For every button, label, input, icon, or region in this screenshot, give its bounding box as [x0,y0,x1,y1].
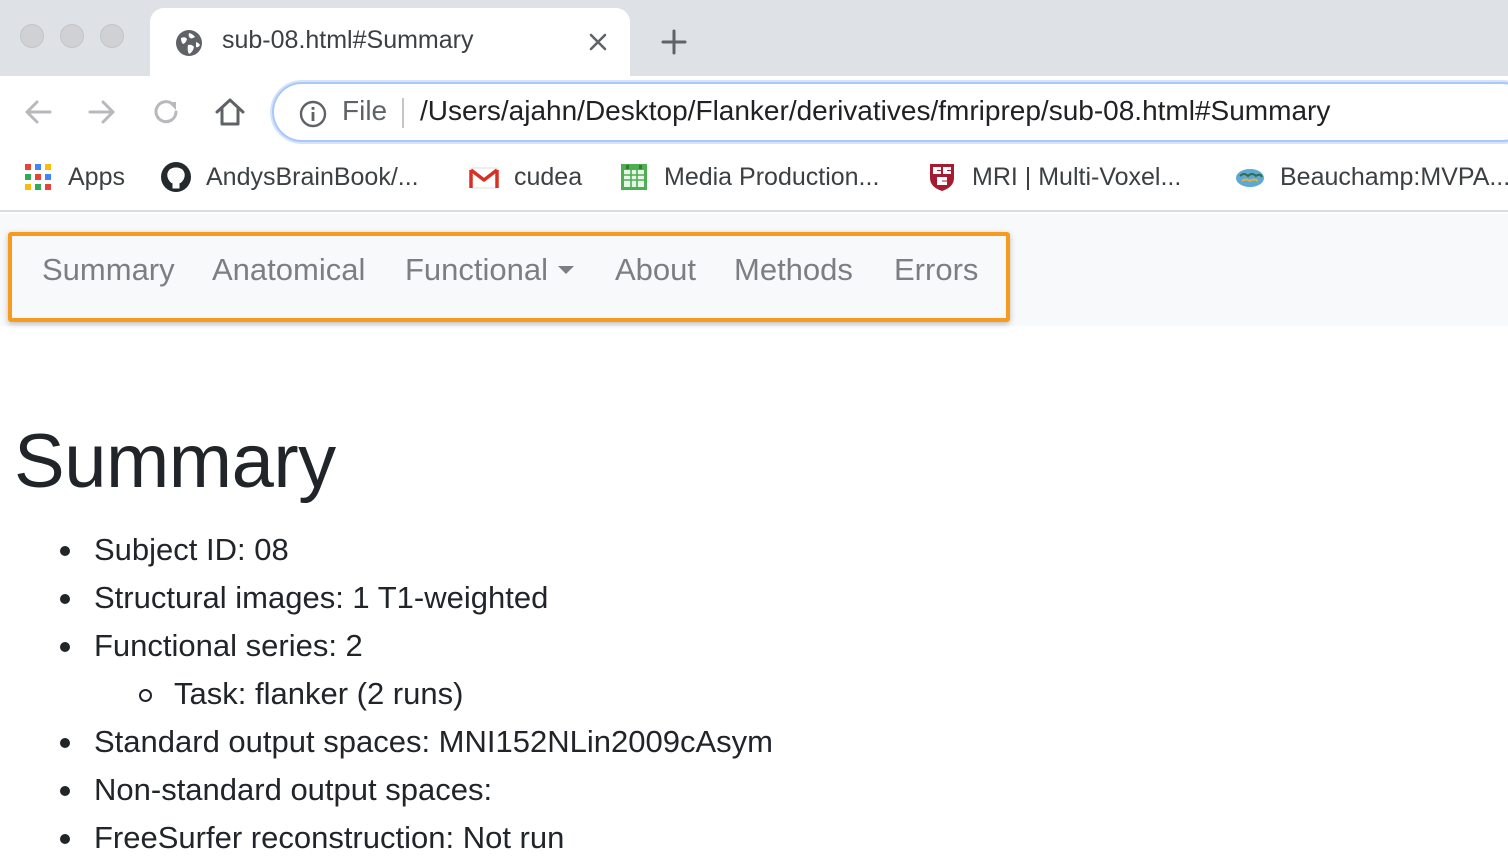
window-zoom-dot[interactable] [100,24,124,48]
bookmark-label: cudea [514,162,583,191]
bookmark-label: Media Production... [664,162,880,191]
spreadsheet-icon [621,164,647,190]
bookmark-apps[interactable]: Apps [22,160,125,194]
browser-toolbar: File /Users/ajahn/Desktop/Flanker/deriva… [0,76,1508,148]
nav-highlight-box [8,232,1010,322]
page-title: Summary [14,419,336,504]
bookmark-cudea[interactable]: cudea [468,160,582,194]
bookmark-label: Beauchamp:MVPA... [1280,162,1508,191]
tab-strip: sub-08.html#Summary [0,0,1508,76]
bookmark-label: AndysBrainBook/... [206,162,419,191]
bookmarks-bar: Apps AndysBrainBook/... cudea Media Prod… [0,148,1508,212]
tab-title: sub-08.html#Summary [222,26,474,54]
bookmark-mri-multi-voxel[interactable]: MRI | Multi-Voxel... [926,160,1181,194]
address-separator [402,98,404,128]
apps-grid-icon [25,164,51,190]
window-close-dot[interactable] [20,24,44,48]
summary-structural-images: Structural images: 1 T1-weighted [0,578,773,626]
address-scheme-label: File [342,95,388,126]
summary-standard-output-spaces: Standard output spaces: MNI152NLin2009cA… [0,722,773,770]
github-icon [161,162,191,192]
window-minimize-dot[interactable] [60,24,84,48]
bookmark-media-production[interactable]: Media Production... [618,160,879,194]
bookmark-label: Apps [68,162,125,191]
globe-icon [176,30,202,56]
new-tab-plus-icon[interactable] [658,26,690,58]
reload-icon[interactable] [148,94,184,130]
bookmark-andysbrainbook[interactable]: AndysBrainBook/... [160,160,419,194]
address-url[interactable]: /Users/ajahn/Desktop/Flanker/derivatives… [420,95,1330,127]
forward-arrow-icon[interactable] [84,94,120,130]
harvard-shield-icon [930,164,954,191]
info-icon[interactable] [298,99,328,129]
close-icon[interactable] [584,28,612,56]
summary-list: Subject ID: 08 Structural images: 1 T1-w… [0,530,773,866]
summary-subject-id: Subject ID: 08 [0,530,773,578]
gmail-icon [469,167,499,189]
bookmark-label: MRI | Multi-Voxel... [972,162,1182,191]
bookmark-beauchamp-mvpa[interactable]: Beauchamp:MVPA... [1234,160,1508,194]
back-arrow-icon[interactable] [20,94,56,130]
active-tab[interactable]: sub-08.html#Summary [150,8,630,76]
summary-task-item: Task: flanker (2 runs) [0,674,773,722]
address-bar[interactable]: File /Users/ajahn/Desktop/Flanker/deriva… [272,82,1508,142]
summary-functional-series: Functional series: 2 [0,626,773,674]
summary-freesurfer-reconstruction: FreeSurfer reconstruction: Not run [0,818,773,866]
home-icon[interactable] [212,94,248,130]
summary-nonstandard-output-spaces: Non-standard output spaces: [0,770,773,818]
brain-icon [1236,169,1264,187]
